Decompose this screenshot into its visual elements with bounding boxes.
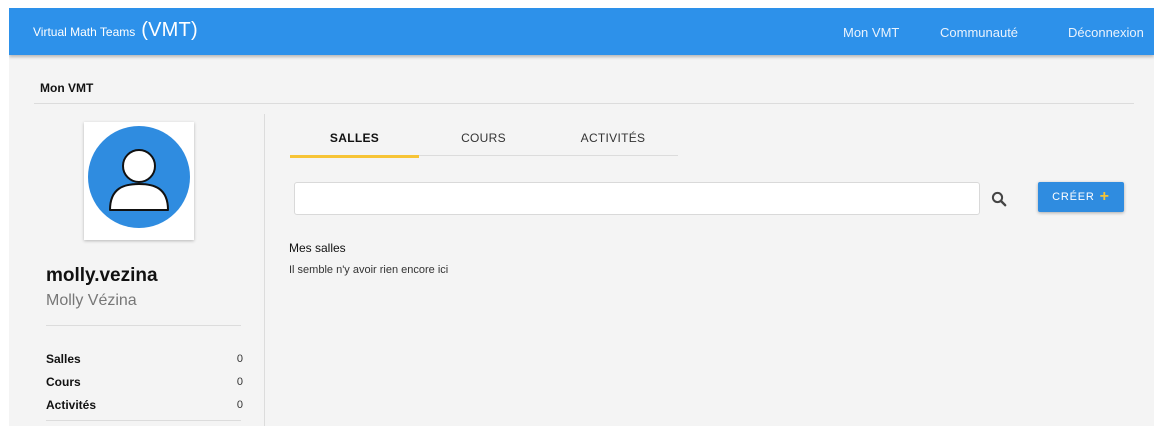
- avatar-card: [84, 122, 194, 240]
- tab-salles[interactable]: SALLES: [290, 124, 419, 158]
- search-input[interactable]: [294, 182, 980, 215]
- nav-communaute[interactable]: Communauté: [940, 25, 1018, 40]
- top-navbar: Virtual Math Teams (VMT) Mon VMT Communa…: [9, 8, 1154, 55]
- search-icon[interactable]: [991, 191, 1007, 207]
- divider: [46, 420, 241, 421]
- stat-value: 0: [236, 352, 243, 365]
- divider: [46, 325, 241, 326]
- stat-label: Cours: [46, 374, 81, 389]
- brand-name: Virtual Math Teams: [33, 25, 136, 39]
- empty-state-message: Il semble n'y avoir rien encore ici: [289, 264, 449, 276]
- profile-stats: Salles 0 Cours 0 Activités 0: [46, 347, 243, 416]
- tab-activites[interactable]: ACTIVITÉS: [548, 124, 678, 156]
- nav-mon-vmt[interactable]: Mon VMT: [843, 25, 899, 40]
- create-button[interactable]: CRÉER +: [1038, 182, 1124, 212]
- create-button-label: CRÉER: [1052, 191, 1095, 203]
- plus-icon: +: [1099, 188, 1110, 205]
- stat-value: 0: [236, 398, 243, 411]
- tab-cours[interactable]: COURS: [419, 124, 548, 156]
- stat-label: Salles: [46, 351, 81, 366]
- section-title: Mes salles: [289, 241, 346, 255]
- brand-abbr: (VMT): [141, 19, 198, 41]
- app-window: Virtual Math Teams (VMT) Mon VMT Communa…: [9, 8, 1154, 426]
- nav-deconnexion[interactable]: Déconnexion: [1068, 25, 1144, 40]
- breadcrumb: Mon VMT: [34, 70, 1134, 104]
- tabs: SALLES COURS ACTIVITÉS: [290, 124, 678, 158]
- full-name: Molly Vézina: [46, 292, 137, 309]
- breadcrumb-item[interactable]: Mon VMT: [40, 81, 93, 95]
- stat-row-salles: Salles 0: [46, 347, 243, 370]
- user-avatar-icon: [88, 126, 190, 228]
- stat-value: 0: [236, 375, 243, 388]
- brand-link[interactable]: Virtual Math Teams (VMT): [33, 19, 198, 47]
- stat-row-activites: Activités 0: [46, 393, 243, 416]
- username: molly.vezina: [46, 265, 158, 286]
- stat-row-cours: Cours 0: [46, 370, 243, 393]
- profile-sidebar: molly.vezina Molly Vézina Salles 0 Cours…: [34, 114, 265, 426]
- stat-label: Activités: [46, 397, 97, 412]
